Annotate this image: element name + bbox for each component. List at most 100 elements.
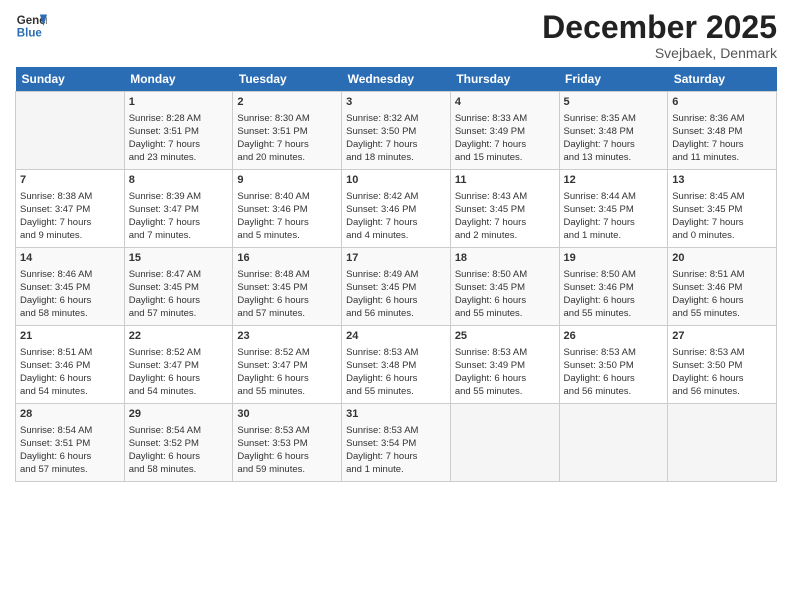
day-number: 4 bbox=[455, 95, 555, 110]
day-number: 16 bbox=[237, 251, 337, 266]
cell-content: Sunset: 3:51 PM bbox=[129, 125, 229, 138]
cell-content: and 56 minutes. bbox=[346, 307, 446, 320]
calendar-cell: 2Sunrise: 8:30 AMSunset: 3:51 PMDaylight… bbox=[233, 92, 342, 170]
cell-content: Sunset: 3:45 PM bbox=[672, 203, 772, 216]
calendar-cell: 24Sunrise: 8:53 AMSunset: 3:48 PMDayligh… bbox=[342, 326, 451, 404]
col-header-saturday: Saturday bbox=[668, 67, 777, 92]
day-number: 5 bbox=[564, 95, 664, 110]
calendar-cell: 3Sunrise: 8:32 AMSunset: 3:50 PMDaylight… bbox=[342, 92, 451, 170]
cell-content: and 15 minutes. bbox=[455, 151, 555, 164]
cell-content: and 55 minutes. bbox=[237, 385, 337, 398]
cell-content: Sunset: 3:45 PM bbox=[20, 281, 120, 294]
cell-content: Sunrise: 8:51 AM bbox=[672, 268, 772, 281]
cell-content: and 1 minute. bbox=[346, 463, 446, 476]
calendar-cell: 11Sunrise: 8:43 AMSunset: 3:45 PMDayligh… bbox=[450, 170, 559, 248]
logo: General Blue bbox=[15, 10, 47, 42]
day-number: 20 bbox=[672, 251, 772, 266]
calendar-cell: 26Sunrise: 8:53 AMSunset: 3:50 PMDayligh… bbox=[559, 326, 668, 404]
cell-content: Daylight: 7 hours bbox=[129, 138, 229, 151]
cell-content: Sunset: 3:46 PM bbox=[237, 203, 337, 216]
calendar-cell bbox=[559, 404, 668, 482]
col-header-thursday: Thursday bbox=[450, 67, 559, 92]
cell-content: Sunset: 3:46 PM bbox=[672, 281, 772, 294]
cell-content: and 58 minutes. bbox=[20, 307, 120, 320]
calendar-cell: 8Sunrise: 8:39 AMSunset: 3:47 PMDaylight… bbox=[124, 170, 233, 248]
cell-content: Sunset: 3:47 PM bbox=[237, 359, 337, 372]
cell-content: Daylight: 7 hours bbox=[672, 216, 772, 229]
cell-content: Daylight: 7 hours bbox=[346, 450, 446, 463]
cell-content: Sunset: 3:47 PM bbox=[129, 359, 229, 372]
calendar-cell: 16Sunrise: 8:48 AMSunset: 3:45 PMDayligh… bbox=[233, 248, 342, 326]
cell-content: Daylight: 7 hours bbox=[672, 138, 772, 151]
day-number: 18 bbox=[455, 251, 555, 266]
day-number: 25 bbox=[455, 329, 555, 344]
cell-content: Daylight: 7 hours bbox=[20, 216, 120, 229]
calendar-cell bbox=[16, 92, 125, 170]
day-number: 28 bbox=[20, 407, 120, 422]
calendar-cell: 5Sunrise: 8:35 AMSunset: 3:48 PMDaylight… bbox=[559, 92, 668, 170]
cell-content: and 20 minutes. bbox=[237, 151, 337, 164]
col-header-sunday: Sunday bbox=[16, 67, 125, 92]
cell-content: Sunrise: 8:38 AM bbox=[20, 190, 120, 203]
cell-content: Sunrise: 8:47 AM bbox=[129, 268, 229, 281]
cell-content: Daylight: 7 hours bbox=[129, 216, 229, 229]
cell-content: Sunrise: 8:51 AM bbox=[20, 346, 120, 359]
cell-content: Sunrise: 8:53 AM bbox=[564, 346, 664, 359]
month-title: December 2025 bbox=[542, 10, 777, 45]
cell-content: and 55 minutes. bbox=[672, 307, 772, 320]
day-number: 23 bbox=[237, 329, 337, 344]
cell-content: Sunrise: 8:40 AM bbox=[237, 190, 337, 203]
calendar-header: SundayMondayTuesdayWednesdayThursdayFrid… bbox=[16, 67, 777, 92]
day-number: 26 bbox=[564, 329, 664, 344]
cell-content: Sunrise: 8:39 AM bbox=[129, 190, 229, 203]
col-header-wednesday: Wednesday bbox=[342, 67, 451, 92]
calendar-table: SundayMondayTuesdayWednesdayThursdayFrid… bbox=[15, 67, 777, 482]
cell-content: Sunrise: 8:42 AM bbox=[346, 190, 446, 203]
calendar-cell: 4Sunrise: 8:33 AMSunset: 3:49 PMDaylight… bbox=[450, 92, 559, 170]
calendar-cell: 10Sunrise: 8:42 AMSunset: 3:46 PMDayligh… bbox=[342, 170, 451, 248]
col-header-monday: Monday bbox=[124, 67, 233, 92]
calendar-cell: 20Sunrise: 8:51 AMSunset: 3:46 PMDayligh… bbox=[668, 248, 777, 326]
calendar-cell: 13Sunrise: 8:45 AMSunset: 3:45 PMDayligh… bbox=[668, 170, 777, 248]
cell-content: Daylight: 6 hours bbox=[129, 294, 229, 307]
day-number: 12 bbox=[564, 173, 664, 188]
cell-content: Sunrise: 8:44 AM bbox=[564, 190, 664, 203]
cell-content: and 55 minutes. bbox=[346, 385, 446, 398]
cell-content: Daylight: 6 hours bbox=[20, 450, 120, 463]
svg-text:Blue: Blue bbox=[17, 28, 43, 40]
day-number: 7 bbox=[20, 173, 120, 188]
cell-content: and 59 minutes. bbox=[237, 463, 337, 476]
cell-content: and 56 minutes. bbox=[672, 385, 772, 398]
week-row-0: 1Sunrise: 8:28 AMSunset: 3:51 PMDaylight… bbox=[16, 92, 777, 170]
cell-content: Sunrise: 8:53 AM bbox=[455, 346, 555, 359]
cell-content: Daylight: 6 hours bbox=[346, 372, 446, 385]
cell-content: Sunset: 3:53 PM bbox=[237, 437, 337, 450]
day-number: 27 bbox=[672, 329, 772, 344]
cell-content: Daylight: 7 hours bbox=[346, 216, 446, 229]
calendar-cell: 7Sunrise: 8:38 AMSunset: 3:47 PMDaylight… bbox=[16, 170, 125, 248]
day-number: 2 bbox=[237, 95, 337, 110]
cell-content: Daylight: 6 hours bbox=[20, 294, 120, 307]
cell-content: and 9 minutes. bbox=[20, 229, 120, 242]
cell-content: and 2 minutes. bbox=[455, 229, 555, 242]
cell-content: Sunset: 3:52 PM bbox=[129, 437, 229, 450]
calendar-cell: 14Sunrise: 8:46 AMSunset: 3:45 PMDayligh… bbox=[16, 248, 125, 326]
cell-content: Daylight: 6 hours bbox=[564, 372, 664, 385]
cell-content: and 54 minutes. bbox=[20, 385, 120, 398]
week-row-1: 7Sunrise: 8:38 AMSunset: 3:47 PMDaylight… bbox=[16, 170, 777, 248]
cell-content: Daylight: 6 hours bbox=[237, 450, 337, 463]
cell-content: Sunset: 3:49 PM bbox=[455, 125, 555, 138]
cell-content: Sunset: 3:46 PM bbox=[346, 203, 446, 216]
cell-content: and 57 minutes. bbox=[20, 463, 120, 476]
cell-content: Daylight: 6 hours bbox=[237, 294, 337, 307]
cell-content: Sunrise: 8:35 AM bbox=[564, 112, 664, 125]
cell-content: Sunrise: 8:43 AM bbox=[455, 190, 555, 203]
calendar-cell: 30Sunrise: 8:53 AMSunset: 3:53 PMDayligh… bbox=[233, 404, 342, 482]
cell-content: Sunset: 3:49 PM bbox=[455, 359, 555, 372]
day-number: 11 bbox=[455, 173, 555, 188]
cell-content: Sunrise: 8:32 AM bbox=[346, 112, 446, 125]
calendar-cell: 21Sunrise: 8:51 AMSunset: 3:46 PMDayligh… bbox=[16, 326, 125, 404]
cell-content: Sunset: 3:45 PM bbox=[129, 281, 229, 294]
cell-content: Sunrise: 8:54 AM bbox=[129, 424, 229, 437]
cell-content: Sunrise: 8:45 AM bbox=[672, 190, 772, 203]
